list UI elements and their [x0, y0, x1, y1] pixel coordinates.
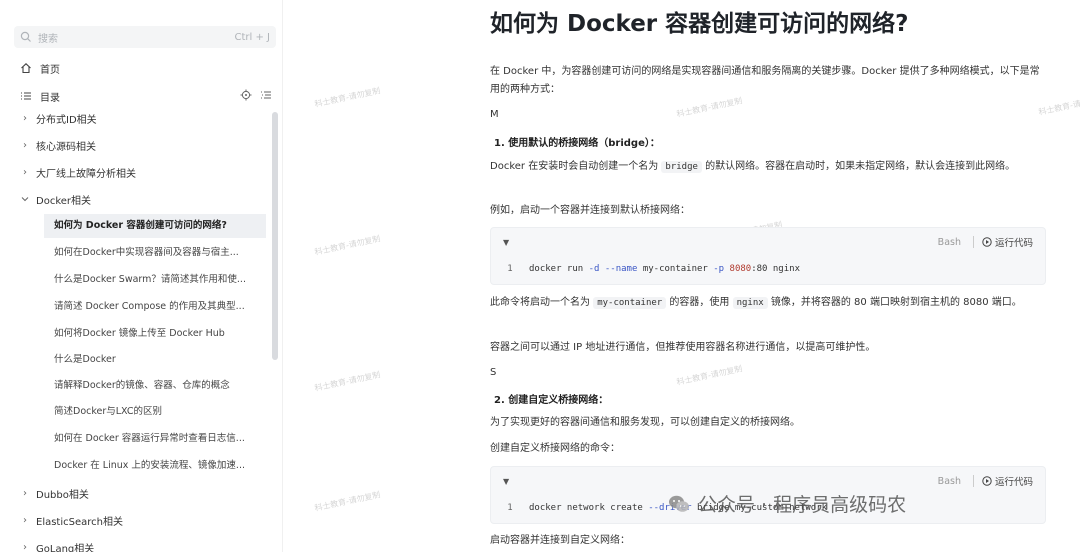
run-code-button[interactable]: 运行代码 [982, 474, 1033, 488]
toc-header: 目录 [20, 87, 272, 105]
collapse-caret-icon[interactable]: ▼ [503, 238, 509, 247]
doc-link-active[interactable]: 如何为 Docker 容器创建可访问的网络? [44, 214, 266, 238]
search-input[interactable]: 搜索 Ctrl + J [14, 26, 276, 48]
code-token: -p [713, 264, 725, 274]
doc-link[interactable]: Docker 在 Linux 上的安装流程、镜像加速... [44, 454, 266, 478]
tree-item-label: GoLang相关 [36, 543, 95, 552]
stray-letter-m: M [490, 109, 499, 120]
paragraph-command: 创建自定义桥接网络的命令： [490, 443, 620, 454]
section-heading-2: 2. 创建自定义桥接网络： [494, 395, 609, 406]
code-block-1: ▼ Bash 运行代码 1 docker run -d --name my-co… [490, 227, 1046, 285]
paragraph-example: 例如，启动一个容器并连接到默认桥接网络： [490, 205, 690, 216]
tree-item-label: 分布式ID相关 [36, 114, 97, 126]
watermark: 科士教育-请勿复制 [313, 86, 382, 109]
code-token: :80 nginx [751, 264, 800, 274]
chevron-right-icon: › [23, 541, 27, 552]
doc-link[interactable]: 如何在 Docker 容器运行异常时查看日志信... [44, 427, 266, 451]
play-icon [982, 476, 992, 486]
text: 镜像，并将容器的 80 端口映射到宿主机的 8080 端口。 [770, 297, 1022, 308]
wechat-watermark: 公众号 · 程序员高级码农 [668, 490, 906, 517]
code-line: 1 docker run -d --name my-container -p 8… [491, 258, 800, 280]
line-number: 1 [507, 264, 513, 274]
tree-item-label: 大厂线上故障分析相关 [36, 168, 136, 180]
text: 的默认网络。容器在启动时，如果未指定网络，默认会连接到此网络。 [705, 161, 1016, 172]
run-code-label: 运行代码 [994, 477, 1033, 488]
tree-item-golang[interactable]: › GoLang相关 [20, 536, 270, 552]
text: 的容器，使用 [669, 297, 730, 308]
stray-letter-s: S [490, 367, 497, 378]
chevron-right-icon: › [23, 166, 27, 178]
run-code-button[interactable]: 运行代码 [982, 235, 1033, 249]
paragraph-custom: 为了实现更好的容器间通信和服务发现，可以创建自定义的桥接网络。 [490, 417, 800, 428]
search-shortcut: Ctrl + J [234, 31, 270, 43]
sidebar-scrollbar[interactable] [272, 112, 278, 360]
doc-link[interactable]: 什么是Docker [44, 348, 266, 372]
doc-link[interactable]: 什么是Docker Swarm？请简述其作用和使... [44, 268, 266, 292]
inline-code: nginx [732, 297, 768, 309]
section-heading-1: 1. 使用默认的桥接网络（bridge）： [494, 138, 660, 149]
toc-label: 目录 [40, 92, 60, 104]
code-token: my-container [642, 264, 708, 274]
page-title: 如何为 Docker 容器创建可访问的网络? [490, 11, 909, 37]
paragraph-bridge: Docker 在安装时会自动创建一个名为 bridge 的默认网络。容器在启动时… [490, 158, 1046, 176]
watermark: 科士教育-请勿复制 [313, 490, 382, 513]
doc-link[interactable]: 如何将Docker 镜像上传至 Docker Hub [44, 322, 266, 346]
toc-icon [20, 90, 32, 102]
chevron-down-icon [20, 195, 30, 203]
watermark: 科士教育-请勿复制 [313, 370, 382, 393]
chevron-right-icon: › [23, 487, 27, 499]
doc-link[interactable]: 请解释Docker的镜像、容器、仓库的概念 [44, 374, 266, 398]
collapse-caret-icon[interactable]: ▼ [503, 477, 509, 486]
doc-link[interactable]: 简述Docker与LXC的区别 [44, 400, 266, 424]
chevron-right-icon: › [23, 112, 27, 124]
inline-code: my-container [593, 297, 667, 309]
paragraph-start: 启动容器并连接到自定义网络： [490, 535, 630, 546]
code-language: Bash [937, 475, 961, 487]
wechat-watermark-text: 公众号 · 程序员高级码农 [698, 494, 907, 516]
nav-home-label: 首页 [40, 64, 60, 76]
text: 此命令将启动一个名为 [490, 297, 590, 308]
code-token: 8080 [729, 264, 752, 274]
tree-item-core-source[interactable]: › 核心源码相关 [20, 134, 270, 156]
home-icon [20, 62, 32, 74]
search-icon [20, 31, 32, 43]
doc-link[interactable]: 如何在Docker中实现容器间及容器与宿主... [44, 241, 266, 265]
paragraph-ip: 容器之间可以通过 IP 地址进行通信，但推荐使用容器名称进行通信，以提高可维护性… [490, 342, 876, 353]
watermark: 科士教育-请勿复制 [313, 234, 382, 257]
chevron-right-icon: › [23, 514, 27, 526]
nav-home[interactable]: 首页 [20, 59, 272, 77]
code-language: Bash [937, 236, 961, 248]
play-icon [982, 237, 992, 247]
text: Docker 在安装时会自动创建一个名为 [490, 161, 659, 172]
line-number: 1 [507, 503, 513, 513]
tree-item-docker[interactable]: Docker相关 [20, 188, 270, 210]
code-token: docker run [529, 264, 584, 274]
sidebar: 搜索 Ctrl + J 首页 目录 › 分布式ID相关 › 核心源码相关 › 大… [0, 0, 283, 552]
code-token: -d [588, 264, 600, 274]
inline-code: bridge [661, 161, 702, 173]
tree-item-label: 核心源码相关 [36, 141, 96, 153]
doc-link[interactable]: 请简述 Docker Compose 的作用及其典型... [44, 295, 266, 319]
tree-item-dubbo[interactable]: › Dubbo相关 [20, 482, 270, 504]
search-placeholder: 搜索 [38, 33, 58, 45]
tree-item-elasticsearch[interactable]: › ElasticSearch相关 [20, 509, 270, 531]
tree-item-label: Docker相关 [36, 195, 92, 207]
article: 如何为 Docker 容器创建可访问的网络? 在 Docker 中，为容器创建可… [488, 0, 1048, 552]
tree-item-distributed-id[interactable]: › 分布式ID相关 [20, 107, 270, 129]
code-token: --name [604, 264, 638, 274]
wechat-icon [668, 494, 690, 514]
intro-paragraph: 在 Docker 中，为容器创建可访问的网络是实现容器间通信和服务隔离的关键步骤… [490, 66, 1040, 95]
code-token: docker network create [529, 503, 643, 513]
locate-icon[interactable] [240, 89, 252, 104]
chevron-right-icon: › [23, 139, 27, 151]
tree-item-label: ElasticSearch相关 [36, 516, 123, 528]
tree-item-fault-analysis[interactable]: › 大厂线上故障分析相关 [20, 161, 270, 183]
paragraph-explain: 此命令将启动一个名为 my-container 的容器，使用 nginx 镜像，… [490, 294, 1046, 312]
tree-item-label: Dubbo相关 [36, 489, 89, 501]
collapse-all-icon[interactable] [260, 89, 272, 104]
run-code-label: 运行代码 [994, 238, 1033, 249]
